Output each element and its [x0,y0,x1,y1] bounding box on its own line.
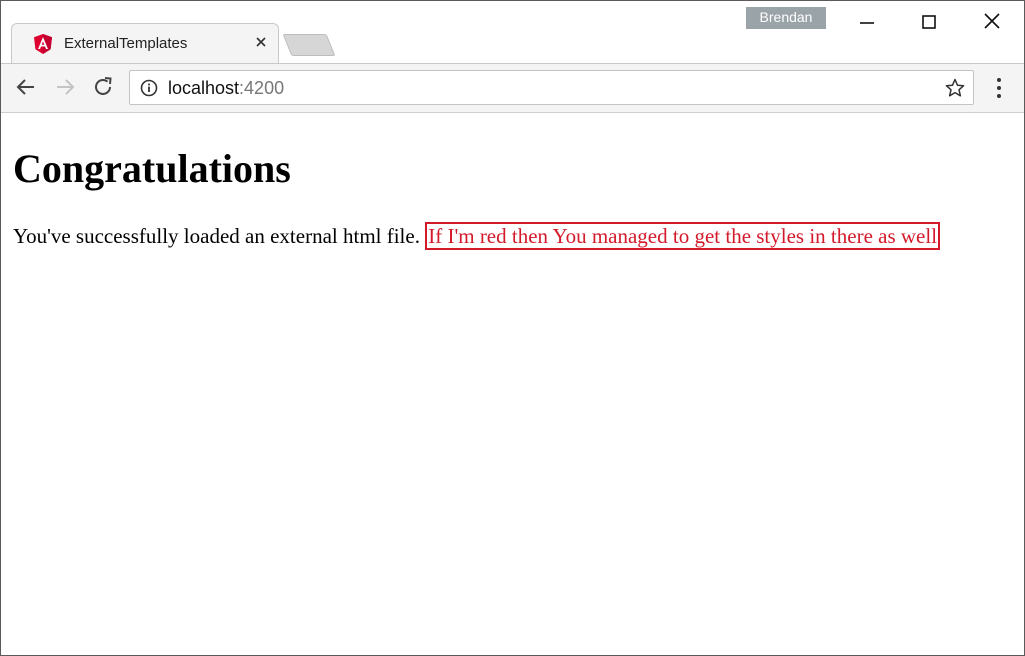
url-port: :4200 [239,78,285,98]
info-icon[interactable] [140,79,158,97]
maximize-button[interactable] [906,7,952,35]
angular-logo-icon [34,34,52,54]
address-bar[interactable]: localhost:4200 [129,70,974,105]
browser-toolbar: localhost:4200 [1,63,1024,113]
close-window-button[interactable] [969,7,1015,35]
page-content: Congratulations You've successfully load… [1,113,1024,655]
browser-tab[interactable]: ExternalTemplates [11,23,279,64]
browser-window: ExternalTemplates Brendan localhost:4200… [0,0,1025,656]
tab-close-icon[interactable] [254,35,268,49]
page-heading: Congratulations [13,146,291,191]
styled-message: If I'm red then You managed to get the s… [425,222,941,250]
minimize-button[interactable] [844,7,890,35]
new-tab-button[interactable] [282,34,336,56]
title-bar: ExternalTemplates Brendan [1,1,1024,64]
star-icon[interactable] [945,78,965,98]
tab-title: ExternalTemplates [64,35,188,52]
profile-badge[interactable]: Brendan [746,7,826,29]
maximize-icon [922,15,936,29]
forward-arrow-icon[interactable] [53,75,77,99]
minimize-icon [860,22,874,24]
back-arrow-icon[interactable] [14,75,38,99]
reload-icon[interactable] [91,75,115,99]
menu-icon[interactable] [991,77,1007,99]
close-icon [984,13,1000,29]
url-text[interactable]: localhost:4200 [168,78,284,99]
page-message: You've successfully loaded an external h… [13,222,941,250]
url-host: localhost [168,78,240,98]
success-message: You've successfully loaded an external h… [13,224,420,248]
